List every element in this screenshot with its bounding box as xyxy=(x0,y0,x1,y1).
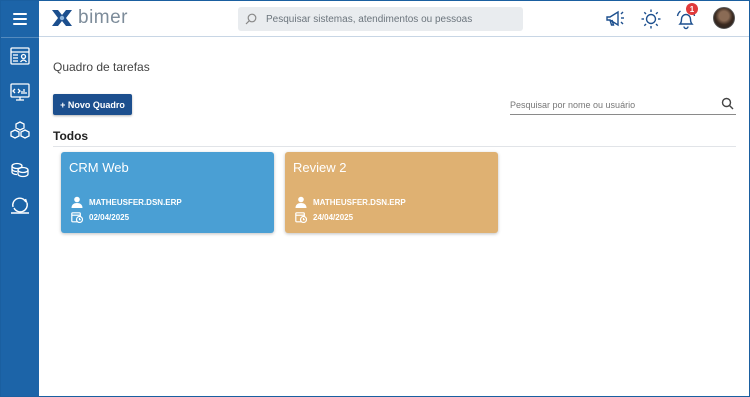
board-search[interactable] xyxy=(510,95,736,115)
notification-badge: 1 xyxy=(686,3,698,15)
sidebar xyxy=(1,1,39,396)
sidebar-item-estoque[interactable] xyxy=(1,117,39,145)
board-card[interactable]: CRM Web MATHEUSFER.DSN.ERP 02/04/2025 xyxy=(61,152,274,233)
sidebar-item-processos[interactable] xyxy=(1,191,39,219)
calendar-clock-icon xyxy=(295,212,307,223)
page-title: Quadro de tarefas xyxy=(53,60,150,74)
board-owner-name: MATHEUSFER.DSN.ERP xyxy=(89,197,182,207)
top-bar: bimer 1 xyxy=(39,1,749,37)
hamburger-icon xyxy=(13,13,27,25)
sun-icon xyxy=(641,9,661,29)
cycle-icon xyxy=(11,197,29,214)
board-owner-name: MATHEUSFER.DSN.ERP xyxy=(313,197,406,207)
logo-text: bimer xyxy=(78,7,129,28)
board-title: CRM Web xyxy=(69,160,129,175)
coins-icon xyxy=(11,162,29,178)
board-search-input[interactable] xyxy=(510,96,710,114)
id-card-icon xyxy=(10,47,30,65)
board-date: 02/04/2025 xyxy=(71,211,129,223)
board-owner: MATHEUSFER.DSN.ERP xyxy=(295,196,406,208)
sidebar-item-financeiro[interactable] xyxy=(1,155,39,183)
user-icon xyxy=(295,196,307,208)
bimer-logo[interactable]: bimer xyxy=(50,7,128,29)
menu-button[interactable] xyxy=(1,1,39,37)
user-avatar[interactable] xyxy=(713,7,735,29)
search-icon xyxy=(245,13,257,25)
new-board-button[interactable]: + Novo Quadro xyxy=(53,94,132,115)
board-date: 24/04/2025 xyxy=(295,211,353,223)
user-icon xyxy=(71,196,83,208)
notifications-button[interactable]: 1 xyxy=(674,3,698,31)
bimer-logo-icon xyxy=(52,10,72,26)
dashboard-code-icon xyxy=(10,83,30,101)
board-title: Review 2 xyxy=(293,160,347,175)
board-date-value: 24/04/2025 xyxy=(313,212,354,222)
sidebar-item-dashboard[interactable] xyxy=(1,78,39,106)
section-title: Todos xyxy=(53,129,89,143)
board-card[interactable]: Review 2 MATHEUSFER.DSN.ERP 24/04/2025 xyxy=(285,152,498,233)
global-search-input[interactable] xyxy=(266,13,516,25)
section-divider xyxy=(53,146,736,147)
board-date-value: 02/04/2025 xyxy=(89,212,130,222)
theme-toggle-button[interactable] xyxy=(639,7,663,31)
board-owner: MATHEUSFER.DSN.ERP xyxy=(71,196,182,208)
calendar-clock-icon xyxy=(71,212,83,223)
search-icon[interactable] xyxy=(721,97,734,110)
announcements-button[interactable] xyxy=(603,7,627,31)
megaphone-icon xyxy=(606,10,624,27)
sidebar-divider xyxy=(1,37,39,38)
global-search[interactable] xyxy=(238,7,523,31)
boxes-icon xyxy=(10,121,30,139)
sidebar-item-cadastros[interactable] xyxy=(1,42,39,70)
